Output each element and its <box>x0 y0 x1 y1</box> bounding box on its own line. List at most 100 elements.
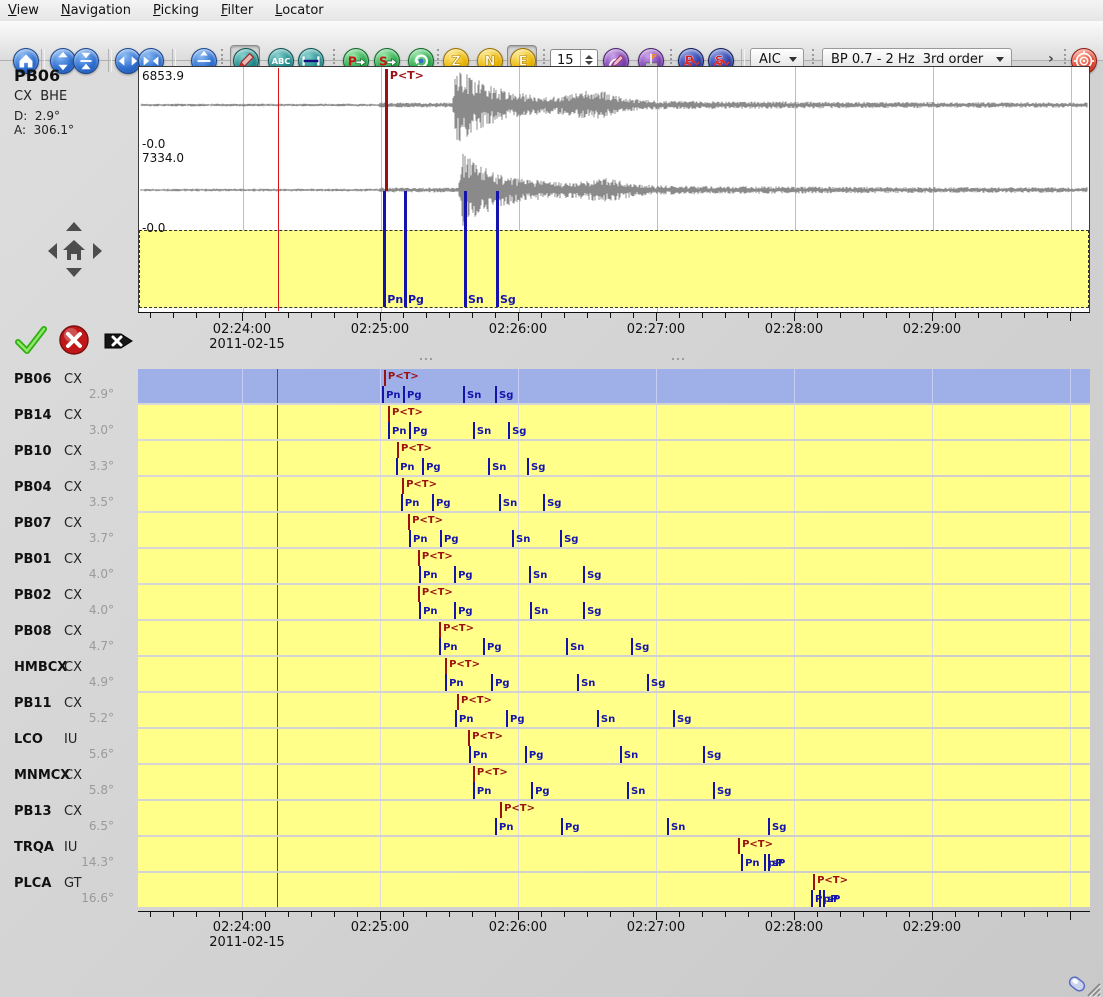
amplitude-zoom-out-button[interactable] <box>73 48 99 74</box>
phase-pick-marker[interactable] <box>499 494 501 511</box>
phase-pick-marker[interactable] <box>419 566 421 583</box>
phase-pick-marker[interactable] <box>527 458 529 475</box>
toolbar-overflow-button[interactable]: › <box>1048 51 1054 67</box>
phase-pick-marker[interactable] <box>396 458 398 475</box>
trace-row[interactable]: P<T>PnpPsP <box>138 837 1090 871</box>
trace-row-selected[interactable]: P<T>PnPgSnSg <box>138 369 1090 403</box>
phase-pick-marker[interactable] <box>409 422 411 439</box>
station-label[interactable]: PB13CX6.5° <box>0 801 138 835</box>
phase-pick-marker[interactable] <box>383 191 386 307</box>
station-label[interactable]: TRQAIU14.3° <box>0 837 138 871</box>
theoretical-pick-marker[interactable] <box>473 766 475 782</box>
move-to-trash-button[interactable] <box>103 328 135 354</box>
phase-pick-marker[interactable] <box>673 710 675 727</box>
phase-pick-marker[interactable] <box>543 494 545 511</box>
phase-pick-marker[interactable] <box>419 602 421 619</box>
phase-pick-marker[interactable] <box>445 674 447 691</box>
trace-row[interactable]: P<T>PpPsP <box>138 873 1090 907</box>
station-label[interactable]: HMBCXCX4.9° <box>0 657 138 691</box>
trace-row[interactable]: P<T>PnPgSnSg <box>138 801 1090 835</box>
phase-pick-marker[interactable] <box>432 494 434 511</box>
reject-pick-button[interactable] <box>58 324 90 356</box>
phase-pick-marker[interactable] <box>382 386 384 403</box>
phase-pick-marker[interactable] <box>620 746 622 763</box>
phase-pick-marker[interactable] <box>566 638 568 655</box>
phase-pick-marker[interactable] <box>439 638 441 655</box>
phase-pick-marker[interactable] <box>583 566 585 583</box>
theoretical-pick-marker[interactable] <box>418 586 420 602</box>
station-label[interactable]: PB02CX4.0° <box>0 585 138 619</box>
phase-pick-marker[interactable] <box>464 191 467 307</box>
trace-row[interactable]: P<T>PnPgSnSg <box>138 513 1090 547</box>
menu-picking[interactable]: Picking <box>142 1 210 20</box>
phase-pick-marker[interactable] <box>512 530 514 547</box>
trace-row[interactable]: P<T>PnPgSnSg <box>138 657 1090 691</box>
trace-row[interactable]: P<T>PnPgSnSg <box>138 729 1090 763</box>
phase-pick-marker[interactable] <box>529 566 531 583</box>
phase-pick-marker[interactable] <box>647 674 649 691</box>
phase-pick-marker[interactable] <box>530 602 532 619</box>
phase-pick-marker[interactable] <box>597 710 599 727</box>
phase-pick-marker[interactable] <box>495 386 497 403</box>
phase-pick-marker[interactable] <box>455 710 457 727</box>
phase-pick-marker[interactable] <box>667 818 669 835</box>
phase-pick-marker[interactable] <box>508 422 510 439</box>
phase-pick-marker[interactable] <box>488 458 490 475</box>
theoretical-pick-marker[interactable] <box>397 442 399 458</box>
phase-pick-marker[interactable] <box>495 818 497 835</box>
station-label[interactable]: PB10CX3.3° <box>0 441 138 475</box>
phase-pick-marker[interactable] <box>473 422 475 439</box>
phase-pick-marker[interactable] <box>422 458 424 475</box>
phase-pick-marker[interactable] <box>577 674 579 691</box>
station-label[interactable]: PB01CX4.0° <box>0 549 138 583</box>
nav-down-button[interactable] <box>66 268 82 277</box>
phase-pick-marker[interactable] <box>469 746 471 763</box>
splitter-handle[interactable] <box>672 358 686 362</box>
phase-pick-marker[interactable] <box>403 386 405 403</box>
phase-pick-marker[interactable] <box>473 782 475 799</box>
menu-locator[interactable]: Locator <box>264 1 334 20</box>
trace-row[interactable]: P<T>PnPgSnSg <box>138 477 1090 511</box>
phase-pick-marker[interactable] <box>741 854 743 871</box>
station-label[interactable]: PB08CX4.7° <box>0 621 138 655</box>
phase-pick-marker[interactable] <box>463 386 465 403</box>
menu-filter[interactable]: Filter <box>210 1 264 20</box>
phase-pick-marker[interactable] <box>560 530 562 547</box>
theoretical-pick-marker[interactable] <box>408 514 410 530</box>
station-label[interactable]: PB06CX2.9° <box>0 369 138 403</box>
phase-pick-marker[interactable] <box>768 854 770 871</box>
phase-pick-marker[interactable] <box>454 566 456 583</box>
phase-pick-marker[interactable] <box>627 782 629 799</box>
trace-row[interactable]: P<T>PnPgSnSg <box>138 441 1090 475</box>
theoretical-pick-marker[interactable] <box>457 694 459 710</box>
theoretical-pick-marker[interactable] <box>384 370 386 386</box>
phase-pick-marker[interactable] <box>713 782 715 799</box>
phase-pick-marker[interactable] <box>768 818 770 835</box>
theoretical-pick-marker[interactable] <box>468 730 470 746</box>
window-resize-grip[interactable] <box>1086 982 1102 997</box>
phase-pick-marker[interactable] <box>440 530 442 547</box>
station-label[interactable]: LCOIU5.6° <box>0 729 138 763</box>
phase-pick-marker[interactable] <box>823 890 825 907</box>
phase-pick-marker[interactable] <box>454 602 456 619</box>
theoretical-pick-marker[interactable] <box>738 838 740 854</box>
trace-row[interactable]: P<T>PnPgSnSg <box>138 621 1090 655</box>
station-label[interactable]: PB14CX3.0° <box>0 405 138 439</box>
station-label[interactable]: PB04CX3.5° <box>0 477 138 511</box>
trace-row[interactable]: P<T>PnPgSnSg <box>138 765 1090 799</box>
phase-pick-marker[interactable] <box>703 746 705 763</box>
phase-pick-marker[interactable] <box>531 782 533 799</box>
station-label[interactable]: PB11CX5.2° <box>0 693 138 727</box>
phase-pick-marker[interactable] <box>631 638 633 655</box>
nav-home-button[interactable] <box>63 240 85 260</box>
phase-pick-marker[interactable] <box>404 191 407 307</box>
trace-row[interactable]: P<T>PnPgSnSg <box>138 405 1090 439</box>
phase-pick-marker[interactable] <box>819 890 821 907</box>
phase-pick-marker[interactable] <box>811 890 813 907</box>
phase-pick-marker[interactable] <box>506 710 508 727</box>
confirm-pick-button[interactable] <box>14 324 48 356</box>
theoretical-pick-marker[interactable] <box>388 406 390 422</box>
theoretical-pick-marker[interactable] <box>402 478 404 494</box>
menu-navigation[interactable]: Navigation <box>50 1 142 20</box>
splitter-handle[interactable] <box>420 358 434 362</box>
